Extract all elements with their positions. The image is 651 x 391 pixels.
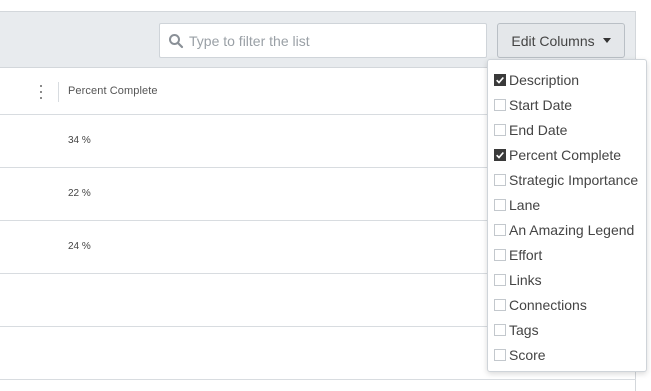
checkbox[interactable] xyxy=(494,98,506,111)
checkbox[interactable] xyxy=(494,298,506,311)
column-option-description[interactable]: Description xyxy=(488,67,646,92)
filter-search-box[interactable] xyxy=(159,23,487,58)
checkbox[interactable] xyxy=(494,273,506,286)
column-option-label: Strategic Importance xyxy=(509,171,639,188)
edit-columns-menu: Description Start Date End Date Percent … xyxy=(487,59,647,372)
checkmark-icon xyxy=(496,151,504,159)
column-option-label: Percent Complete xyxy=(509,146,622,163)
filter-input[interactable] xyxy=(189,24,469,57)
checkbox[interactable] xyxy=(494,123,506,136)
checkbox[interactable] xyxy=(494,148,506,161)
column-option-score[interactable]: Score xyxy=(488,342,646,367)
column-header-percent-complete[interactable]: Percent Complete xyxy=(68,85,158,97)
column-option-label: Score xyxy=(509,346,546,363)
percent-complete-cell: 34 % xyxy=(68,135,91,146)
percent-complete-cell: 24 % xyxy=(68,241,91,252)
edit-columns-label: Edit Columns xyxy=(511,32,595,49)
checkbox[interactable] xyxy=(494,173,506,186)
column-option-label: An Amazing Legend xyxy=(509,221,635,238)
column-option-start-date[interactable]: Start Date xyxy=(488,92,646,117)
checkbox[interactable] xyxy=(494,223,506,236)
chevron-down-icon xyxy=(602,38,611,43)
column-option-label: Tags xyxy=(509,321,539,338)
column-option-label: Effort xyxy=(509,246,543,263)
checkbox[interactable] xyxy=(494,73,506,86)
column-option-label: Links xyxy=(509,271,542,288)
column-divider[interactable] xyxy=(58,82,59,102)
app-frame: Edit Columns Percent Complete 34 % 22 % … xyxy=(0,0,651,391)
checkbox[interactable] xyxy=(494,248,506,261)
checkbox[interactable] xyxy=(494,198,506,211)
edit-columns-button[interactable]: Edit Columns xyxy=(497,23,625,58)
search-icon xyxy=(169,33,184,48)
column-option-lane[interactable]: Lane xyxy=(488,192,646,217)
column-option-end-date[interactable]: End Date xyxy=(488,117,646,142)
checkmark-icon xyxy=(496,76,504,84)
column-option-label: Start Date xyxy=(509,96,573,113)
column-option-effort[interactable]: Effort xyxy=(488,242,646,267)
checkbox[interactable] xyxy=(494,323,506,336)
checkbox[interactable] xyxy=(494,348,506,361)
percent-complete-cell: 22 % xyxy=(68,188,91,199)
column-option-connections[interactable]: Connections xyxy=(488,292,646,317)
column-option-label: End Date xyxy=(509,121,568,138)
column-option-tags[interactable]: Tags xyxy=(488,317,646,342)
column-option-label: Description xyxy=(509,71,580,88)
column-option-strategic-importance[interactable]: Strategic Importance xyxy=(488,167,646,192)
column-option-an-amazing-legend[interactable]: An Amazing Legend xyxy=(488,217,646,242)
column-option-links[interactable]: Links xyxy=(488,267,646,292)
column-option-label: Connections xyxy=(509,296,587,313)
column-option-label: Lane xyxy=(509,196,541,213)
column-option-percent-complete[interactable]: Percent Complete xyxy=(488,142,646,167)
kebab-menu-icon[interactable] xyxy=(36,84,46,100)
